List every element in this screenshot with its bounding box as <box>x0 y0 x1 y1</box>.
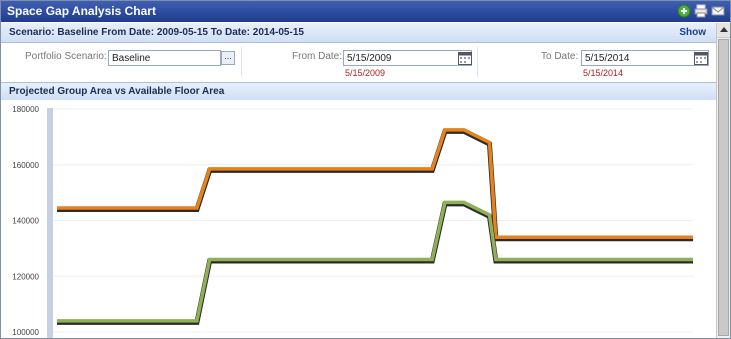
scroll-thumb[interactable] <box>718 39 729 336</box>
form-divider <box>477 47 478 77</box>
chart-section-title: Projected Group Area vs Available Floor … <box>9 86 225 97</box>
scroll-up-button[interactable] <box>717 23 730 38</box>
chart-section-header: Projected Group Area vs Available Floor … <box>1 82 716 101</box>
to-date-calendar-icon[interactable] <box>694 51 708 65</box>
y-tick-label: 140000 <box>12 217 39 226</box>
portfolio-scenario-select-button[interactable]: ... <box>221 51 235 65</box>
y-tick-label: 100000 <box>12 328 39 337</box>
window-title: Space Gap Analysis Chart <box>7 4 156 18</box>
from-date-input[interactable]: 5/15/2009 <box>343 50 472 66</box>
vertical-scrollbar[interactable] <box>716 23 730 338</box>
title-bar: Space Gap Analysis Chart <box>1 1 730 22</box>
orange-series-line[interactable] <box>57 128 693 239</box>
space-gap-chart: 180000 160000 140000 120000 100000 <box>12 105 694 338</box>
series-line-shadow <box>57 201 693 325</box>
y-tick-label: 120000 <box>12 272 39 281</box>
scenario-bar: Scenario: Baseline From Date: 2009-05-15… <box>1 23 716 43</box>
add-icon[interactable] <box>677 4 691 18</box>
space-gap-analysis-window: Space Gap Analysis Chart Scenario: Basel… <box>0 0 731 339</box>
portfolio-scenario-field[interactable]: Baseline <box>108 50 221 66</box>
form-divider <box>241 47 242 77</box>
filter-form: Portfolio Scenario: Baseline ... From Da… <box>1 43 716 81</box>
chart-area: 180000 160000 140000 120000 100000 <box>1 100 716 338</box>
show-link[interactable]: Show <box>679 27 706 38</box>
to-date-input[interactable]: 5/15/2014 <box>581 50 709 66</box>
to-date-hint: 5/15/2014 <box>583 68 624 78</box>
to-date-label: To Date: <box>541 51 579 62</box>
y-tick-label: 180000 <box>12 105 39 114</box>
y-axis-bar <box>47 108 53 338</box>
from-date-calendar-icon[interactable] <box>458 51 472 65</box>
from-date-label: From Date: <box>292 51 343 62</box>
email-icon[interactable] <box>711 4 725 18</box>
from-date-hint: 5/15/2009 <box>345 68 386 78</box>
scenario-summary: Scenario: Baseline From Date: 2009-05-15… <box>9 27 304 38</box>
series-line-shadow <box>57 128 693 242</box>
y-tick-label: 160000 <box>12 161 39 170</box>
portfolio-scenario-label: Portfolio Scenario: <box>25 51 107 62</box>
print-icon[interactable] <box>694 4 708 18</box>
